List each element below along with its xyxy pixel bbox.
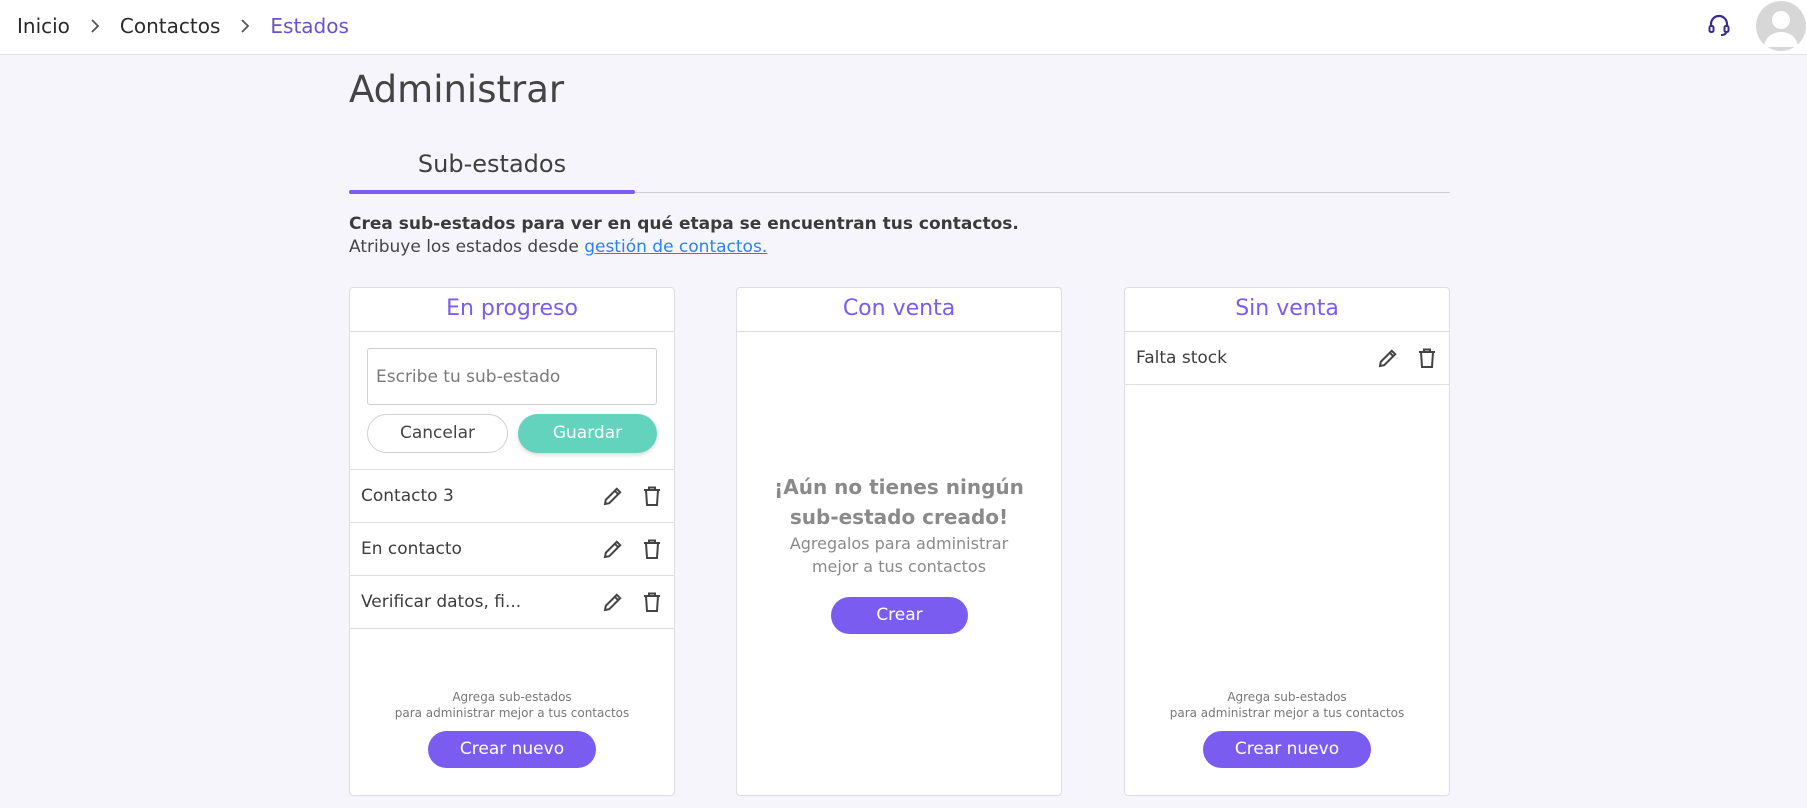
empty-title-line: sub-estado creado! [789,505,1009,529]
column-title: En progreso [350,288,674,332]
empty-state-text: Agregalos para administrar mejor a tus c… [737,532,1061,578]
empty-sub-line: mejor a tus contactos [811,557,987,576]
list-item: Verificar datos, fi... [350,576,674,629]
headset-icon[interactable] [1706,13,1732,39]
trash-icon[interactable] [1417,347,1437,369]
sub-estados-list: Falta stock [1125,332,1449,385]
crear-nuevo-button[interactable]: Crear nuevo [1203,731,1371,768]
empty-sub-line: Agregalos para administrar [789,534,1009,553]
save-button[interactable]: Guardar [518,414,657,453]
list-item-label: En contacto [361,539,462,559]
breadcrumb-inicio[interactable]: Inicio [17,14,70,38]
tab-sub-estados[interactable]: Sub-estados [349,150,635,178]
hint-line: para administrar mejor a tus contactos [1169,706,1405,720]
breadcrumb-contactos[interactable]: Contactos [120,14,220,38]
hint-text: Agrega sub-estados para administrar mejo… [350,689,674,721]
column-title: Sin venta [1125,288,1449,332]
breadcrumb-estados: Estados [270,14,349,38]
top-bar: Inicio Contactos Estados [0,0,1807,55]
trash-icon[interactable] [642,538,662,560]
list-item-label: Verificar datos, fi... [361,592,522,612]
hint-line: Agrega sub-estados [452,690,572,704]
empty-title-line: ¡Aún no tienes ningún [774,475,1024,499]
pencil-icon[interactable] [602,591,624,613]
description-text: Atribuye los estados desde gestión de co… [349,237,767,257]
list-item: Contacto 3 [350,470,674,523]
column-sin-venta: Sin venta Falta stock Agrega sub-estados… [1124,287,1450,796]
hint-line: para administrar mejor a tus contactos [394,706,630,720]
crear-button[interactable]: Crear [831,597,968,634]
tab-active-indicator [349,190,635,194]
list-item-label: Contacto 3 [361,486,454,506]
column-en-progreso: En progreso Cancelar Guardar Contacto 3 … [349,287,675,796]
crear-nuevo-button[interactable]: Crear nuevo [428,731,596,768]
list-item: En contacto [350,523,674,576]
pencil-icon[interactable] [1377,347,1399,369]
chevron-right-icon [240,19,250,33]
list-item-label: Falta stock [1136,348,1227,368]
sub-estado-input[interactable] [367,348,657,405]
gestion-contactos-link[interactable]: gestión de contactos. [584,237,767,257]
sub-estados-list: Contacto 3 En contacto Verificar datos, … [350,469,674,629]
column-con-venta: Con venta ¡Aún no tienes ningún sub-esta… [736,287,1062,796]
pencil-icon[interactable] [602,485,624,507]
user-avatar-icon[interactable] [1756,1,1806,51]
pencil-icon[interactable] [602,538,624,560]
breadcrumb: Inicio Contactos Estados [17,14,349,38]
trash-icon[interactable] [642,485,662,507]
list-item: Falta stock [1125,332,1449,385]
chevron-right-icon [90,19,100,33]
hint-line: Agrega sub-estados [1227,690,1347,704]
description-heading: Crea sub-estados para ver en qué etapa s… [349,214,1019,234]
trash-icon[interactable] [642,591,662,613]
empty-state-title: ¡Aún no tienes ningún sub-estado creado! [737,472,1061,532]
cancel-button[interactable]: Cancelar [367,414,508,453]
column-title: Con venta [737,288,1061,332]
hint-text: Agrega sub-estados para administrar mejo… [1125,689,1449,721]
page-title: Administrar [349,68,565,111]
description-prefix: Atribuye los estados desde [349,237,585,257]
